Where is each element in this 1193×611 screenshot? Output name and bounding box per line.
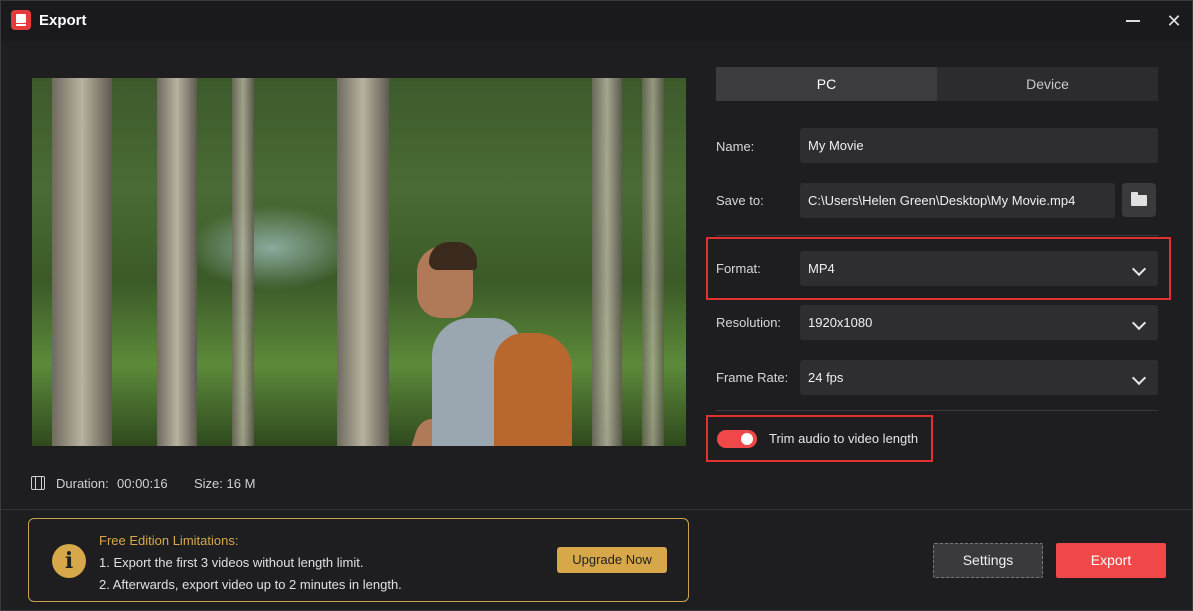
minimize-button[interactable]	[1121, 9, 1145, 33]
tab-pc[interactable]: PC	[716, 67, 937, 101]
framerate-select[interactable]: 24 fps	[800, 360, 1158, 395]
duration-value: 00:00:16	[117, 476, 168, 491]
info-icon: i	[52, 544, 86, 578]
name-input[interactable]: My Movie	[800, 128, 1158, 163]
backpack	[494, 333, 572, 446]
tree-trunk	[52, 78, 112, 446]
app-logo-icon	[11, 10, 31, 30]
export-target-tabs: PC Device	[716, 67, 1158, 101]
tab-device[interactable]: Device	[937, 67, 1158, 101]
size-label: Size: 16 M	[194, 476, 256, 491]
duration-label: Duration:	[56, 476, 109, 491]
free-edition-notice: i Free Edition Limitations: 1. Export th…	[28, 518, 689, 602]
settings-button[interactable]: Settings	[933, 543, 1043, 578]
trim-audio-label: Trim audio to video length	[769, 431, 919, 446]
tree-trunk	[157, 78, 197, 446]
export-button[interactable]: Export	[1056, 543, 1166, 578]
tree-trunk	[592, 78, 622, 446]
divider	[716, 235, 1158, 236]
notice-title: Free Edition Limitations:	[99, 533, 239, 548]
chevron-down-icon	[1131, 315, 1147, 331]
resolution-select[interactable]: 1920x1080	[800, 305, 1158, 340]
resolution-label: Resolution:	[716, 315, 782, 330]
film-icon	[31, 476, 45, 490]
divider	[716, 410, 1158, 411]
format-value: MP4	[808, 261, 835, 276]
tree-trunk	[337, 78, 389, 446]
format-select[interactable]: MP4	[800, 251, 1158, 286]
video-preview	[32, 78, 686, 446]
format-label: Format:	[716, 261, 761, 276]
notice-line: 1. Export the first 3 videos without len…	[99, 555, 364, 570]
tree-trunk	[642, 78, 664, 446]
toggle-knob	[741, 433, 753, 445]
resolution-value: 1920x1080	[808, 315, 873, 330]
chevron-down-icon	[1131, 261, 1147, 277]
folder-icon-body	[1131, 195, 1147, 206]
close-button[interactable]: ✕	[1162, 9, 1186, 33]
export-dialog: Export ✕ Duration: 00:00:16 Size: 16 M P…	[0, 0, 1193, 611]
framerate-value: 24 fps	[808, 370, 844, 385]
trim-audio-toggle[interactable]	[717, 430, 757, 448]
title-bar: Export ✕	[1, 1, 1192, 41]
person-hair	[429, 242, 477, 270]
framerate-label: Frame Rate:	[716, 370, 789, 385]
save-path-input[interactable]: C:\Users\Helen Green\Desktop\My Movie.mp…	[800, 183, 1115, 218]
minimize-icon	[1126, 20, 1140, 22]
name-label: Name:	[716, 139, 755, 154]
tree-trunk	[232, 78, 254, 446]
footer-divider	[1, 509, 1193, 510]
chevron-down-icon	[1131, 370, 1147, 386]
browse-folder-button[interactable]	[1122, 183, 1156, 217]
dialog-title: Export	[39, 12, 87, 29]
notice-line: 2. Afterwards, export video up to 2 minu…	[99, 577, 402, 592]
upgrade-now-button[interactable]: Upgrade Now	[557, 547, 667, 573]
save-to-label: Save to:	[716, 193, 764, 208]
close-icon: ✕	[1166, 11, 1182, 31]
